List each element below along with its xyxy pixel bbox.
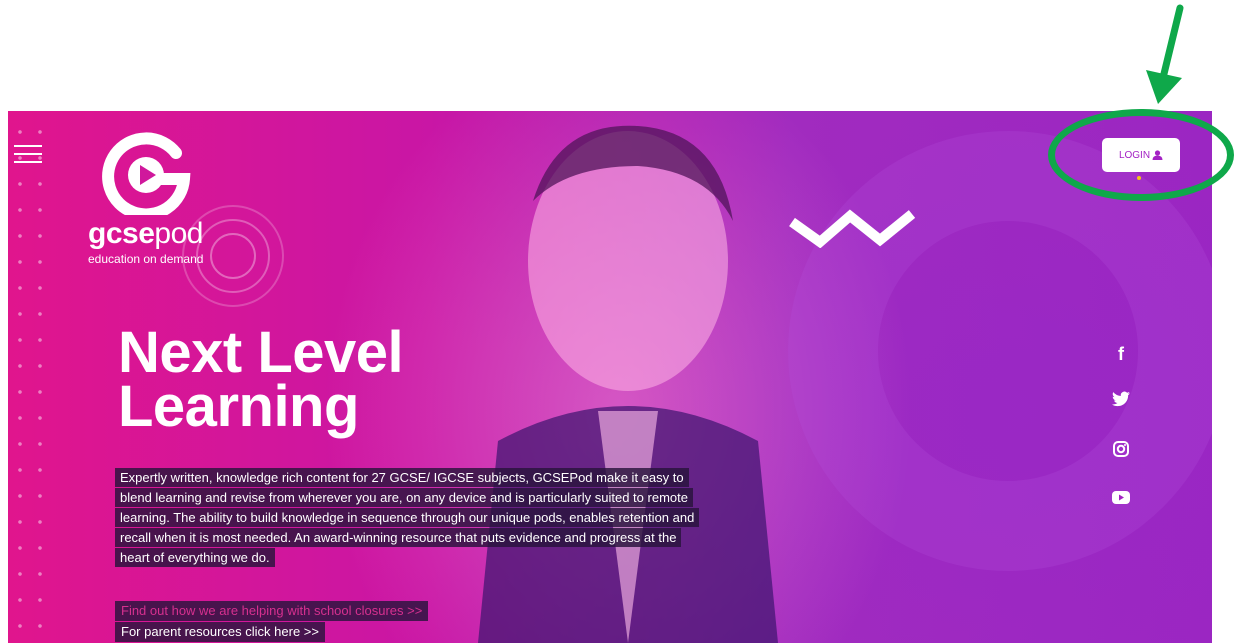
hero-intro-text: Expertly written, knowledge rich content… [115, 468, 700, 567]
logo-wordmark: gcsepod [88, 217, 203, 251]
headline-line-2: Learning [118, 374, 359, 439]
hero-headline: Next Level Learning [118, 324, 404, 436]
logo-wordmark-bold: gcse [88, 217, 155, 250]
logo-wordmark-regular: pod [154, 217, 203, 250]
facebook-icon[interactable]: f [1108, 341, 1134, 367]
menu-button[interactable] [14, 145, 42, 163]
annotation-circle [1048, 109, 1234, 201]
zigzag-decoration [789, 209, 916, 248]
hero-section: gcsepod education on demand Next Level L… [8, 111, 1212, 643]
school-closures-link[interactable]: Find out how we are helping with school … [115, 601, 429, 621]
twitter-icon[interactable] [1108, 391, 1134, 417]
parent-resources-link[interactable]: For parent resources click here >> [115, 622, 325, 642]
logo-tagline: education on demand [88, 252, 204, 266]
instagram-icon[interactable] [1108, 441, 1134, 467]
hero-links: Find out how we are helping with school … [115, 601, 429, 642]
hero-intro: Expertly written, knowledge rich content… [115, 468, 700, 568]
dot-pattern [8, 111, 48, 643]
social-links: f [1108, 341, 1134, 541]
gcsepod-logo-icon [102, 132, 191, 215]
youtube-icon[interactable] [1108, 491, 1134, 517]
annotation-arrow-icon [1146, 4, 1184, 104]
